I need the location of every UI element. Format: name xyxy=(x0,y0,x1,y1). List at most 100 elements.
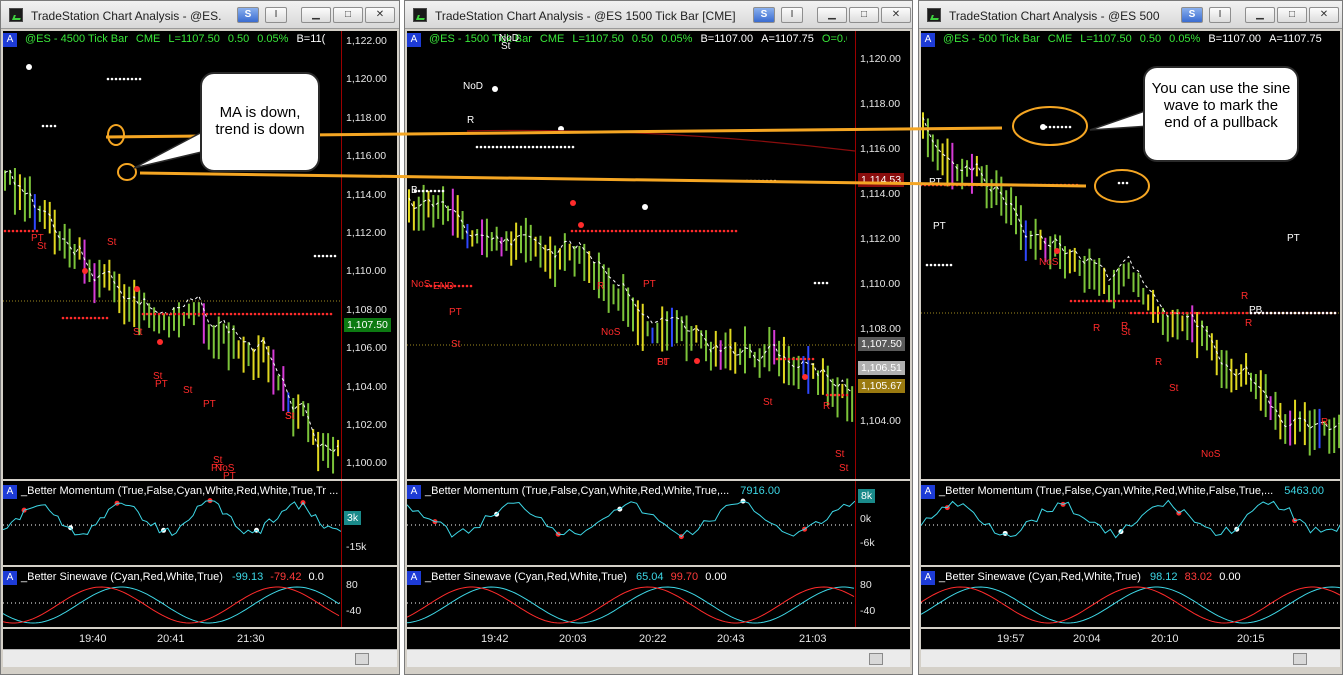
callout-text: MA is down, trend is down xyxy=(215,104,305,138)
momentum-line xyxy=(3,498,341,537)
symbol-link-button[interactable]: S xyxy=(237,7,259,23)
window-title: TradeStation Chart Analysis - @ES 1500 T… xyxy=(435,9,736,23)
axis-tick-label: 1,108.00 xyxy=(860,323,901,335)
pivot-dot xyxy=(1023,183,1027,187)
signal-label: PT xyxy=(449,307,462,318)
price-tag: 1,107.50 xyxy=(344,318,391,332)
scroll-thumb[interactable] xyxy=(355,653,369,665)
sinewave-axis[interactable]: 80 -40 xyxy=(855,567,910,627)
pivot-dot xyxy=(933,263,937,267)
signal-marker xyxy=(642,204,648,210)
price-tag: 8k xyxy=(858,489,876,503)
momentum-pane[interactable]: A _Better Momentum (True,False,Cyan,White… xyxy=(407,481,910,565)
horizontal-scrollbar[interactable] xyxy=(3,649,397,667)
pivot-dot xyxy=(333,254,337,258)
momentum-line-path xyxy=(3,500,341,537)
minimize-button[interactable]: ▁ xyxy=(1245,7,1275,23)
pivot-dot xyxy=(753,179,757,183)
maximize-button[interactable]: □ xyxy=(333,7,363,23)
maximize-button[interactable]: □ xyxy=(849,7,879,23)
horizontal-scrollbar[interactable] xyxy=(921,649,1340,667)
pivot-dot xyxy=(138,77,142,81)
signal-label: R xyxy=(1155,357,1163,368)
pivot-dot xyxy=(682,229,686,233)
sinewave-axis[interactable]: 80 -40 xyxy=(341,567,397,627)
pivot-dot xyxy=(1015,183,1019,187)
pivot-dot xyxy=(527,145,531,149)
pivot-dot xyxy=(787,357,791,361)
pivot-dot xyxy=(1213,311,1217,315)
momentum-axis[interactable]: 3k-15k3k xyxy=(341,481,397,565)
price-axis[interactable]: 1,122.00 1,120.00 1,118.00 1,116.00 1,114.00… xyxy=(341,31,397,479)
momentum-pane[interactable]: A _Better Momentum (True,False,Cyan,White… xyxy=(921,481,1340,565)
pivot-dot xyxy=(1056,125,1060,129)
pivot-dot xyxy=(189,312,193,316)
pivot-dot xyxy=(1133,311,1137,315)
pivot-dot xyxy=(570,229,574,233)
close-button[interactable]: ✕ xyxy=(1309,7,1339,23)
pivot-dot xyxy=(803,357,807,361)
pivot-dot xyxy=(233,312,237,316)
pivot-dot xyxy=(1293,311,1297,315)
indicator-link-button[interactable]: I xyxy=(265,7,287,23)
indicator-link-button[interactable]: I xyxy=(781,7,803,23)
pivot-dot xyxy=(975,183,979,187)
pivot-dot xyxy=(77,316,81,320)
minimize-button[interactable]: ▁ xyxy=(301,7,331,23)
signal-label: PT xyxy=(657,357,670,368)
window-titlebar[interactable]: TradeStation Chart Analysis - @ES 500 S … xyxy=(919,1,1342,29)
pivot-dot xyxy=(1141,311,1145,315)
pivot-dot xyxy=(1105,299,1109,303)
sine-line xyxy=(407,586,855,624)
pivot-dot xyxy=(1117,181,1121,185)
time-label: 20:43 xyxy=(717,633,745,645)
pivot-dot xyxy=(81,316,85,320)
pivot-dot xyxy=(745,179,749,183)
axis-tick-label: -15k xyxy=(346,541,367,553)
sinewave-pane[interactable]: A _Better Sinewave (Cyan,Red,White,True) … xyxy=(921,567,1340,627)
pivot-dot xyxy=(567,145,571,149)
pivot-dot xyxy=(421,189,425,193)
maximize-button[interactable]: □ xyxy=(1277,7,1307,23)
pivot-dot xyxy=(999,183,1003,187)
momentum-pane[interactable]: A _Better Momentum (True,False,Cyan,White… xyxy=(3,481,397,565)
close-button[interactable]: ✕ xyxy=(365,7,395,23)
pivot-dot xyxy=(658,229,662,233)
pivot-dot xyxy=(574,229,578,233)
pivot-dot xyxy=(515,145,519,149)
window-titlebar[interactable]: TradeStation Chart Analysis - @ES 1500 T… xyxy=(405,1,912,29)
pivot-dot xyxy=(1209,311,1213,315)
pivot-dot xyxy=(606,229,610,233)
momentum-axis[interactable]: 8k0k-6k8k xyxy=(855,481,910,565)
sinewave-pane[interactable]: A _Better Sinewave (Cyan,Red,White,True) … xyxy=(3,567,397,627)
scroll-thumb[interactable] xyxy=(1293,653,1307,665)
pivot-dot xyxy=(1055,183,1059,187)
pivot-dot xyxy=(169,312,173,316)
price-pane[interactable]: A @ES - 1500 Tick Bar CME L=1107.50 0.50 0.05… xyxy=(407,31,910,479)
sinewave-pane[interactable]: A _Better Sinewave (Cyan,Red,White,True) … xyxy=(407,567,910,627)
horizontal-scrollbar[interactable] xyxy=(407,649,910,667)
symbol-link-button[interactable]: S xyxy=(1181,7,1203,23)
pivot-dot xyxy=(193,312,197,316)
axis-tick-label: 0k xyxy=(860,513,872,525)
axis-tick-label: 1,118.00 xyxy=(346,111,387,124)
chart-window-1500[interactable]: TradeStation Chart Analysis - @ES 1500 T… xyxy=(404,0,913,675)
price-axis[interactable]: 1,120.00 1,118.00 1,116.00 1,114.00 1,112.00… xyxy=(855,31,910,479)
pivot-dot xyxy=(694,229,698,233)
scroll-thumb[interactable] xyxy=(869,653,883,665)
pivot-dot xyxy=(1157,311,1161,315)
minimize-button[interactable]: ▁ xyxy=(817,7,847,23)
window-titlebar[interactable]: TradeStation Chart Analysis - @ES... S I… xyxy=(1,1,399,29)
pivot-dot xyxy=(1161,311,1165,315)
pivot-dot xyxy=(829,393,833,397)
indicator-link-button[interactable]: I xyxy=(1209,7,1231,23)
close-button[interactable]: ✕ xyxy=(881,7,911,23)
pivot-dot xyxy=(698,229,702,233)
axis-tick-label: -40 xyxy=(346,605,362,617)
symbol-link-button[interactable]: S xyxy=(753,7,775,23)
pivot-dot xyxy=(249,312,253,316)
pivot-dot xyxy=(285,312,289,316)
pivot-dot xyxy=(289,312,293,316)
pivot-dot xyxy=(654,229,658,233)
signal-marker xyxy=(578,222,584,228)
